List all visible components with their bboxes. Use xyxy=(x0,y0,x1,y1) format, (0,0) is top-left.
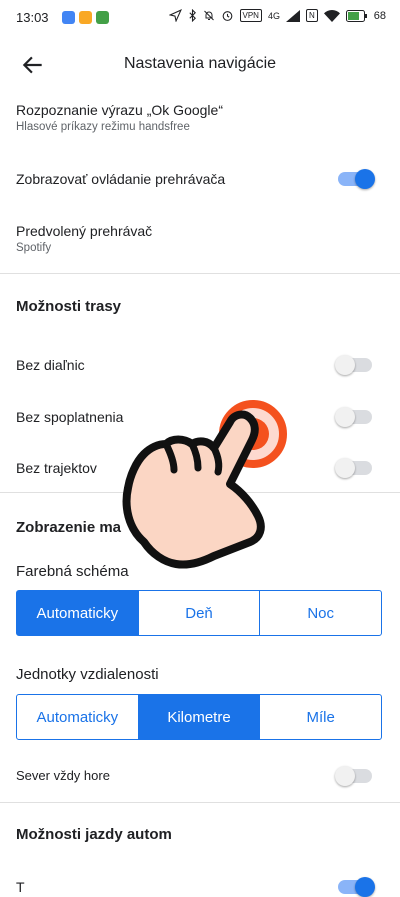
setting-label: Zobrazovať ovládanie prehrávača xyxy=(16,171,226,187)
app-notification-icon xyxy=(62,11,75,24)
driving-options-header: Možnosti jazdy autom xyxy=(16,826,172,843)
status-time: 13:03 xyxy=(16,10,49,25)
bluetooth-icon xyxy=(188,9,196,22)
color-scheme-option-night[interactable]: Noc xyxy=(260,591,381,635)
cut-off-toggle[interactable] xyxy=(338,877,375,897)
units-option-kilometers[interactable]: Kilometre xyxy=(138,695,261,739)
status-icons: VPN 4G N 68 xyxy=(168,9,386,22)
notifications-off-icon xyxy=(203,10,214,21)
setting-label: T xyxy=(16,879,25,895)
status-bar: 13:03 VPN 4G N 68 xyxy=(0,0,400,36)
notification-icons xyxy=(62,11,109,24)
app-bar: Nastavenia navigácie xyxy=(0,38,400,94)
default-player-setting[interactable]: Predvolený prehrávač Spotify xyxy=(16,223,384,254)
signal-icon xyxy=(285,9,300,22)
location-icon xyxy=(168,9,182,22)
battery-icon xyxy=(345,9,367,22)
units-option-auto[interactable]: Automaticky xyxy=(17,695,139,739)
units-label-row: Jednotky vzdialenosti xyxy=(16,666,384,683)
setting-label: Bez diaľnic xyxy=(16,357,85,373)
wifi-icon xyxy=(323,9,340,22)
north-up-toggle[interactable] xyxy=(335,766,372,786)
page-title: Nastavenia navigácie xyxy=(123,55,277,72)
avoid-highways-toggle[interactable] xyxy=(335,355,372,375)
setting-label: Rozpoznanie výrazu „Ok Google“ xyxy=(16,102,223,118)
color-scheme-option-day[interactable]: Deň xyxy=(139,591,261,635)
setting-subtitle: Spotify xyxy=(16,242,52,254)
tap-hand-icon xyxy=(122,400,287,569)
color-scheme-selector: Automaticky Deň Noc xyxy=(16,590,382,636)
avoid-tolls-toggle[interactable] xyxy=(335,407,372,427)
avoid-ferries-toggle[interactable] xyxy=(335,458,372,478)
battery-level: 68 xyxy=(373,9,386,22)
section-divider xyxy=(0,273,400,274)
ok-google-setting[interactable]: Rozpoznanie výrazu „Ok Google“ Hlasové p… xyxy=(16,102,384,133)
setting-label: Sever vždy hore xyxy=(16,768,110,783)
setting-subtitle: Hlasové príkazy režimu handsfree xyxy=(16,121,190,133)
setting-label: Predvolený prehrávač xyxy=(16,223,153,239)
units-option-miles[interactable]: Míle xyxy=(260,695,381,739)
app-notification-icon xyxy=(79,11,92,24)
north-up-setting[interactable]: Sever vždy hore xyxy=(16,768,384,783)
vpn-badge: VPN xyxy=(239,9,262,22)
alarm-icon xyxy=(222,11,232,21)
route-options-header: Možnosti trasy xyxy=(16,298,122,315)
player-controls-toggle[interactable] xyxy=(338,169,375,189)
player-controls-setting[interactable]: Zobrazovať ovládanie prehrávača xyxy=(16,171,384,187)
sim-badge: N xyxy=(305,9,318,22)
cut-off-setting[interactable]: T xyxy=(16,879,384,895)
section-divider xyxy=(0,802,400,803)
color-scheme-option-auto[interactable]: Automaticky xyxy=(17,591,139,635)
avoid-highways-setting[interactable]: Bez diaľnic xyxy=(16,357,384,373)
app-notification-icon xyxy=(96,11,109,24)
units-label: Jednotky vzdialenosti xyxy=(16,666,159,683)
distance-units-selector: Automaticky Kilometre Míle xyxy=(16,694,382,740)
network-type: 4G xyxy=(267,10,280,21)
